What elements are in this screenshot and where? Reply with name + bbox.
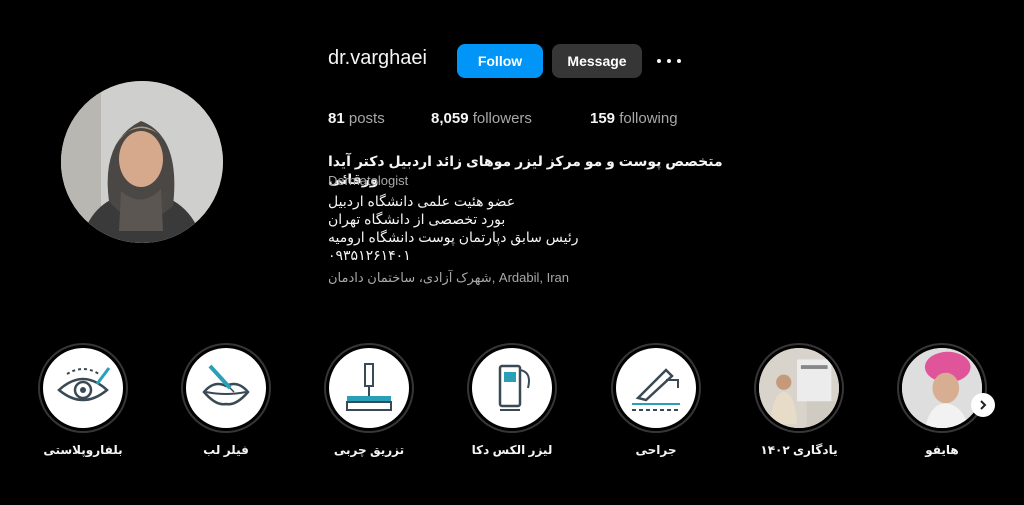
highlight-item[interactable]: تزریق چربی — [321, 343, 417, 457]
highlight-label: بلفاروپلاستی — [43, 443, 123, 457]
followers-link[interactable]: 8,059 followers — [431, 110, 532, 127]
highlight-label: لیزر الکس دکا — [471, 443, 553, 457]
next-arrow-icon[interactable] — [971, 393, 995, 417]
following-number: 159 — [590, 110, 616, 127]
highlight-item[interactable]: لیزر الکس دکا — [464, 343, 560, 457]
highlight-label: جراحی — [635, 443, 677, 457]
followers-label: followers — [472, 110, 532, 127]
highlight-label: تزریق چربی — [333, 443, 405, 457]
followers-number: 8,059 — [431, 110, 469, 127]
bio-line: رئیس سابق دپارتمان پوست دانشگاه ارومیه — [328, 229, 579, 245]
following-label: following — [619, 110, 678, 127]
fat-injection-icon — [346, 363, 392, 411]
bio-line: عضو هئیت علمی دانشگاه اردبیل — [328, 193, 516, 209]
photo-thumbnail — [759, 348, 839, 428]
profile-avatar[interactable] — [61, 81, 223, 243]
message-button[interactable]: Message — [552, 44, 642, 78]
highlight-item[interactable]: بلفاروپلاستی — [35, 343, 131, 457]
laser-machine-icon — [498, 364, 530, 411]
bio-text: عضو هئیت علمی دانشگاه اردبیل بورد تخصصی … — [328, 192, 748, 264]
highlight-label: هایفو — [925, 443, 959, 457]
bio-phone: ۰۹۳۵۱۲۶۱۴۰۱ — [328, 247, 411, 263]
more-options-icon[interactable] — [656, 50, 682, 72]
posts-label: posts — [348, 110, 385, 127]
bio-line: بورد تخصصی از دانشگاه تهران — [328, 211, 506, 227]
posts-count: 81 posts — [328, 110, 385, 127]
highlight-item[interactable]: جراحی — [608, 343, 704, 457]
highlight-label: فیلر لب — [203, 443, 249, 457]
photo-thumbnail — [902, 348, 982, 428]
highlight-item[interactable]: فیلر لب — [178, 343, 274, 457]
scalpel-icon — [632, 368, 680, 411]
bio-category: Dermatologist — [328, 173, 409, 188]
eye-icon — [57, 367, 111, 402]
following-link[interactable]: 159 following — [590, 110, 678, 127]
avatar-photo — [61, 81, 223, 243]
follow-button[interactable]: Follow — [457, 44, 543, 78]
lip-filler-icon — [202, 364, 250, 406]
posts-number: 81 — [328, 110, 345, 127]
highlight-item[interactable]: یادگاری ۱۴۰۲ — [751, 343, 847, 457]
chevron-right-icon — [980, 400, 987, 410]
profile-username: dr.varghaei — [328, 47, 427, 69]
highlight-label: یادگاری ۱۴۰۲ — [760, 443, 838, 457]
bio-location: شهرک آزادی، ساختمان دادمان, Ardabil, Ira… — [328, 270, 570, 285]
